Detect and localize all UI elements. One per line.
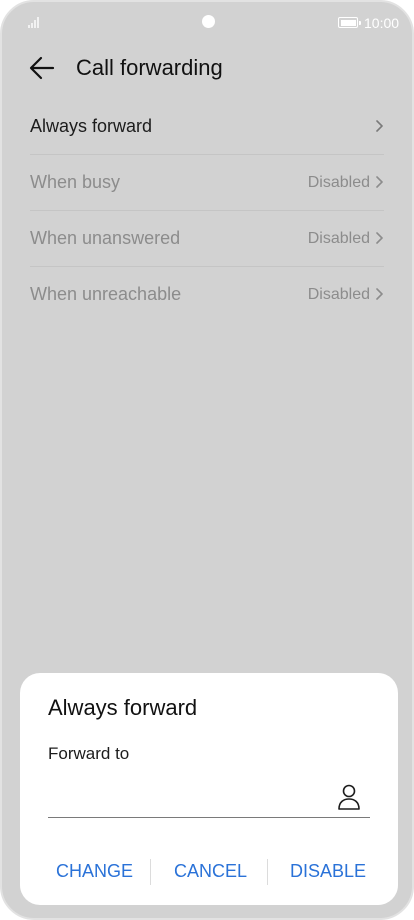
option-status: Disabled bbox=[307, 230, 370, 247]
option-label: When unreachable bbox=[30, 284, 182, 304]
chevron-right-icon bbox=[376, 176, 383, 188]
field-underline bbox=[48, 817, 370, 818]
status-time: 10:00 bbox=[364, 15, 400, 31]
option-when-busy[interactable]: When busy Disabled bbox=[30, 155, 384, 211]
app-bar: Call forwarding bbox=[2, 46, 412, 90]
page-title: Call forwarding bbox=[76, 55, 223, 80]
option-when-unanswered[interactable]: When unanswered Disabled bbox=[30, 211, 384, 267]
chevron-right-icon bbox=[376, 120, 383, 132]
action-divider bbox=[150, 859, 151, 885]
chevron-right-icon bbox=[376, 288, 383, 300]
disable-button[interactable]: DISABLE bbox=[290, 857, 366, 885]
option-when-unreachable[interactable]: When unreachable Disabled bbox=[30, 267, 384, 322]
option-always-forward[interactable]: Always forward bbox=[30, 99, 384, 155]
option-status: Disabled bbox=[307, 286, 370, 303]
action-divider bbox=[267, 859, 268, 885]
forward-to-label: Forward to bbox=[48, 744, 130, 763]
option-label: When unanswered bbox=[30, 228, 181, 248]
cancel-button[interactable]: CANCEL bbox=[174, 857, 247, 885]
signal-icon bbox=[28, 17, 42, 28]
option-label: When busy bbox=[30, 172, 121, 192]
phone-screen: 10:00 Call forwarding Always forward Whe… bbox=[0, 0, 414, 920]
forwarding-options-list: Always forward When busy Disabled When u… bbox=[30, 99, 384, 322]
option-label: Always forward bbox=[30, 116, 153, 136]
dialog-title: Always forward bbox=[48, 695, 198, 720]
battery-icon bbox=[338, 17, 361, 28]
dialog-actions: CHANGE CANCEL DISABLE bbox=[20, 857, 398, 885]
forward-to-input[interactable] bbox=[48, 779, 328, 813]
camera-dot bbox=[202, 15, 215, 28]
change-button[interactable]: CHANGE bbox=[56, 857, 133, 885]
always-forward-dialog: Always forward Forward to CHANGE CANCEL … bbox=[20, 673, 398, 905]
option-status: Disabled bbox=[307, 174, 370, 191]
person-icon[interactable] bbox=[337, 783, 361, 811]
chevron-right-icon bbox=[376, 232, 383, 244]
arrow-left-icon[interactable] bbox=[28, 54, 56, 82]
status-bar: 10:00 bbox=[2, 2, 412, 42]
